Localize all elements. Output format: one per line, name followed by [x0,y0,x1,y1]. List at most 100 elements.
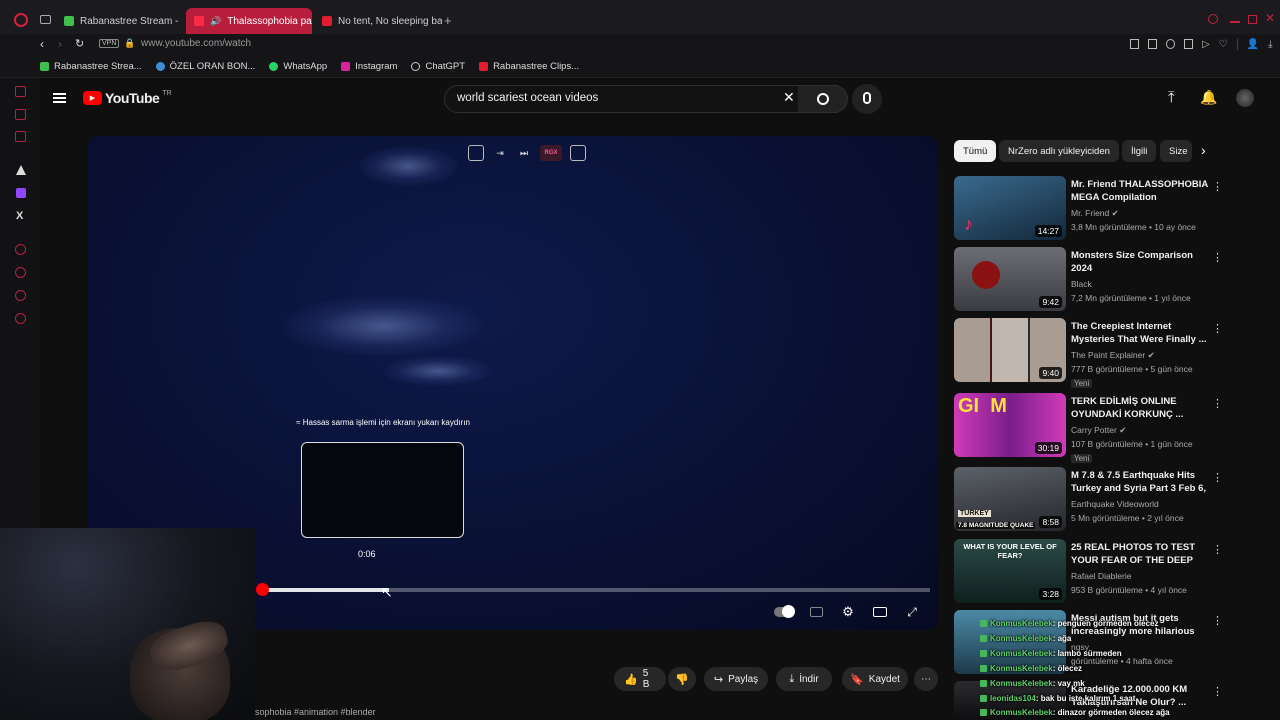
download-button[interactable]: ⤓ İndir [776,667,832,691]
dislike-button[interactable]: 👎 [668,667,696,691]
channel-name[interactable]: Carry Potter ✔ [1071,425,1126,436]
rgx-badge[interactable]: RGX [540,145,562,161]
close-icon[interactable]: ✕ [1265,11,1275,25]
youtube-logo[interactable]: ▶ YouTube TR [83,90,172,106]
upload-icon[interactable]: ⤒ [1168,89,1175,106]
recommendation-item[interactable]: 9:42 Monsters Size Comparison 2024 Black… [954,247,1224,315]
speaker-icon[interactable]: 🔊 [210,16,221,27]
recommendation-item[interactable]: GI M 30:19 TERK EDİLMİŞ ONLINE OYUNDAKİ … [954,393,1224,463]
settings-icon[interactable]: ⚙ [838,602,858,622]
search-tabs-icon[interactable] [1208,14,1218,24]
share-button[interactable]: ↪ Paylaş [704,667,768,691]
history-2-icon[interactable] [15,267,26,278]
video-title[interactable]: M 7.8 & 7.5 Earthquake Hits Turkey and S… [1071,469,1209,496]
adblock-icon[interactable] [1166,39,1175,49]
bookmark-whatsapp[interactable]: WhatsApp [269,61,327,72]
bookmark-ozel-oran[interactable]: ÖZEL ORAN BON... [155,61,255,72]
back-icon[interactable]: ‹ [40,37,44,51]
progress-scrubber[interactable] [256,583,269,596]
fullscreen-icon[interactable]: ⤢ [902,602,922,622]
kebab-menu-icon[interactable]: ⋮ [1212,397,1223,410]
thumbnail[interactable]: WHAT IS YOUR LEVEL OF FEAR? 3:28 [954,539,1066,603]
notifications-icon[interactable]: 🔔 [1200,89,1217,106]
search-input[interactable]: world scariest ocean videos [444,85,838,113]
bookmark-rabanastree[interactable]: Rabanastree Strea... [40,61,142,72]
clock-icon[interactable] [15,244,26,255]
settings-icon[interactable] [15,313,26,324]
chip-for-you[interactable]: Size [1160,140,1192,162]
subtitles-icon[interactable] [806,602,826,622]
opera-logo-icon[interactable] [14,13,28,27]
recommendation-item[interactable]: 9:40 The Creepiest Internet Mysteries Th… [954,318,1224,388]
bookmark-chatgpt[interactable]: ChatGPT [411,61,465,72]
kebab-menu-icon[interactable]: ⋮ [1212,180,1223,193]
recommendation-item[interactable]: ♪ 14:27 Mr. Friend THALASSOPHOBIA MEGA C… [954,176,1224,244]
forward-icon[interactable]: › [58,37,62,51]
video-title[interactable]: Monsters Size Comparison 2024 [1071,249,1209,275]
recommendation-item[interactable]: TURKEY 7.8 MAGNITUDE QUAKE 8:58 M 7.8 & … [954,467,1224,535]
x-icon[interactable]: X [16,210,23,222]
play-icon[interactable]: ▷ [1202,39,1210,50]
tab-no-tent[interactable]: No tent, No sleeping bag [314,8,442,34]
snapshot-icon[interactable] [1148,39,1157,49]
channel-name[interactable]: Earthquake Videoworld [1071,499,1159,509]
channel-name[interactable]: Rafael Diablerie [1071,571,1131,581]
description-preview[interactable]: sophobia #animation #blender [255,707,376,717]
search-button[interactable] [798,85,848,113]
like-button[interactable]: 👍 5 B [614,667,666,691]
channel-name[interactable]: Mr. Friend ✔ [1071,208,1119,219]
bookmark-icon[interactable] [1130,39,1139,49]
aria-icon[interactable] [15,86,26,97]
more-actions-button[interactable]: ⋯ [914,667,938,691]
thumbnail[interactable]: 9:42 [954,247,1066,311]
maximize-icon[interactable] [1248,15,1257,24]
thumbnail[interactable]: ♪ 14:27 [954,176,1066,240]
thumbnail[interactable]: TURKEY 7.8 MAGNITUDE QUAKE 8:58 [954,467,1066,531]
chip-from-uploader[interactable]: NrZero adlı yükleyiciden [999,140,1119,162]
video-title[interactable]: The Creepiest Internet Mysteries That We… [1071,320,1209,346]
account-icon[interactable]: 👤 [1247,39,1259,50]
skip-icon[interactable]: ⏭ [516,145,532,161]
twitch-icon[interactable] [16,188,26,198]
avatar[interactable] [1236,89,1254,107]
kebab-menu-icon[interactable]: ⋮ [1212,322,1223,335]
lock-icon[interactable]: 🔒 [124,38,135,49]
extensions-icon[interactable] [15,290,26,301]
menu-icon[interactable] [53,93,66,103]
video-title[interactable]: 25 REAL PHOTOS TO TEST YOUR FEAR OF THE … [1071,541,1209,568]
heart-icon[interactable]: ♡ [1219,39,1228,50]
exit-icon[interactable]: ⇥ [492,145,508,161]
channel-name[interactable]: The Paint Explainer ✔ [1071,350,1155,361]
thumbnail[interactable]: GI M 30:19 [954,393,1066,457]
channel-name[interactable]: Black [1071,279,1092,289]
kebab-menu-icon[interactable]: ⋮ [1212,614,1223,627]
minimize-icon[interactable] [1230,21,1240,23]
miniplayer-icon[interactable] [570,145,586,161]
tab-thalassophobia[interactable]: 🔊 Thalassophobia part [186,8,312,34]
video-title[interactable]: Mr. Friend THALASSOPHOBIA MEGA Compilati… [1071,178,1209,204]
tab-rabanastree[interactable]: Rabanastree Stream - Wa [56,8,180,34]
messenger-icon[interactable] [15,109,26,120]
kebab-menu-icon[interactable]: ⋮ [1212,471,1223,484]
chip-related[interactable]: İlgili [1122,140,1157,162]
theater-mode-icon[interactable] [870,602,890,622]
arc-icon[interactable] [16,165,26,175]
workspace-icon[interactable] [40,15,51,24]
music-icon[interactable] [15,131,26,142]
autoplay-toggle[interactable] [774,602,795,622]
kebab-menu-icon[interactable]: ⋮ [1212,251,1223,264]
progress-bar[interactable] [256,583,930,596]
cast-icon[interactable] [1184,39,1193,49]
download-icon[interactable]: ⤓ [1268,39,1272,50]
thumbnail[interactable]: 9:40 [954,318,1066,382]
chevron-right-icon[interactable]: › [1201,142,1206,158]
kebab-menu-icon[interactable]: ⋮ [1212,543,1223,556]
popout-icon[interactable] [468,145,484,161]
clear-search-icon[interactable]: ✕ [783,89,795,106]
voice-search-button[interactable] [852,84,882,114]
reload-icon[interactable]: ↻ [75,37,84,50]
chip-all[interactable]: Tümü [954,140,997,162]
url-field[interactable]: www.youtube.com/watch [141,38,251,49]
new-tab-icon[interactable]: + [444,13,452,28]
save-button[interactable]: 🔖 Kaydet [842,667,908,691]
